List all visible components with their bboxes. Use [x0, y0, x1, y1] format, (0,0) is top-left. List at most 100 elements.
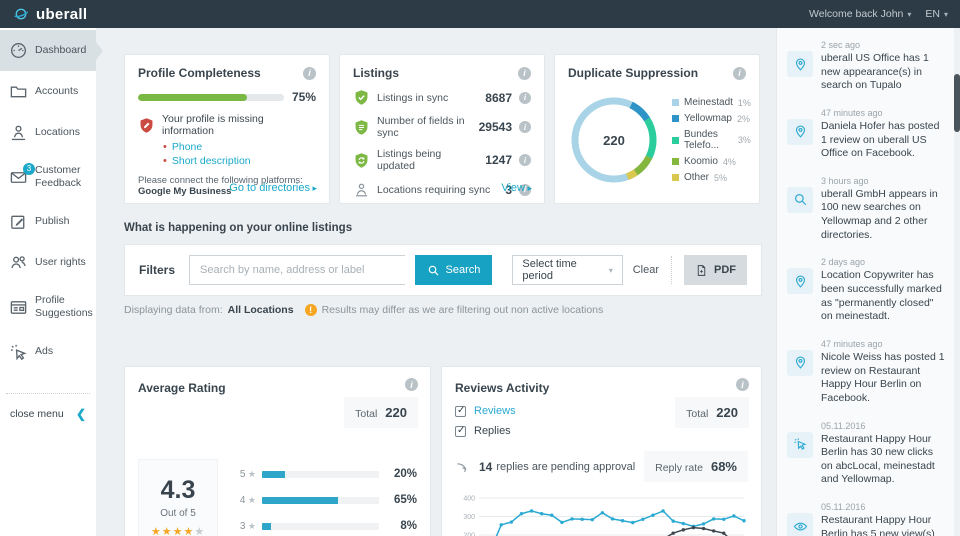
activity-feed: 2 sec ago uberall US Office has 1 new ap…: [776, 28, 960, 536]
score-out-of: Out of 5: [160, 508, 196, 519]
star-count-label: 3: [232, 521, 256, 532]
divider: [671, 256, 672, 284]
sidebar-item[interactable]: Profile Suggestions: [0, 283, 96, 331]
replies-checkbox[interactable]: Replies: [455, 425, 511, 437]
info-icon[interactable]: i: [518, 66, 531, 80]
clear-button[interactable]: Clear: [633, 264, 659, 276]
reviews-line-chart: 010020030040001.1005.1009.1013.1017.1021…: [463, 496, 746, 536]
info-icon[interactable]: i: [519, 154, 531, 166]
rating-bar-fill: [262, 496, 339, 504]
missing-link[interactable]: Phone: [163, 141, 316, 153]
rating-row: 4 65%: [232, 487, 417, 513]
filters-label: Filters: [139, 263, 176, 277]
feed-item[interactable]: 05.11.2016 Restaurant Happy Hour Berlin …: [787, 421, 946, 488]
checkbox-checked-icon: [455, 425, 466, 437]
info-icon[interactable]: i: [519, 121, 531, 133]
missing-link[interactable]: Short description: [163, 155, 316, 167]
close-menu-button[interactable]: close menu ❮: [0, 394, 96, 434]
view-link[interactable]: View: [501, 182, 532, 194]
reviews-checkbox[interactable]: Reviews: [455, 405, 516, 417]
star-count-label: 5: [232, 469, 256, 480]
sidebar-item-label: Profile Suggestions: [35, 294, 93, 320]
card-title: Duplicate Suppression: [568, 66, 699, 80]
listings-row: Listings being updated 1247 i: [353, 148, 531, 172]
legend-item: Meinestadt 1%: [672, 97, 751, 108]
feed-scrollbar-thumb[interactable]: [954, 74, 960, 132]
reply-arrow-icon: [457, 462, 467, 472]
legend-label: Koomio: [684, 156, 718, 167]
card-title: Listings: [353, 66, 400, 80]
row-label: Number of fields in sync: [377, 115, 465, 139]
legend-swatch: [672, 115, 679, 122]
donut-total: 220: [603, 132, 625, 148]
search-input[interactable]: [189, 255, 405, 285]
feed-item[interactable]: 3 hours ago uberall GmbH appears in 100 …: [787, 176, 946, 243]
pending-count: 14: [479, 459, 493, 474]
feed-text: Daniela Hofer has posted 1 review on ube…: [821, 119, 940, 160]
info-icon[interactable]: i: [736, 378, 749, 391]
feed-item[interactable]: 47 minutes ago Nicole Weiss has posted 1…: [787, 339, 946, 406]
profile-completeness-card: Profile Completeness i 75% Your profile …: [124, 54, 330, 204]
note-locations: All Locations: [227, 304, 294, 316]
info-icon[interactable]: i: [405, 378, 418, 391]
reviews-activity-card: Reviews Activity i Total 220 Reviews Rep…: [441, 366, 762, 536]
row-label: Locations requiring sync: [377, 183, 491, 196]
feed-item[interactable]: 47 minutes ago Daniela Hofer has posted …: [787, 108, 946, 161]
user-menu[interactable]: Welcome back John: [809, 8, 911, 20]
feed-item[interactable]: 2 days ago Location Copywriter has been …: [787, 257, 946, 324]
note-prefix: Displaying data from:: [124, 304, 223, 316]
info-icon[interactable]: i: [303, 66, 316, 80]
sidebar-item[interactable]: Locations: [0, 112, 96, 153]
sidebar-item[interactable]: Publish: [0, 201, 96, 242]
row-value: 8687: [485, 90, 512, 105]
status-icon: [353, 119, 370, 136]
search-button[interactable]: Search: [414, 255, 493, 285]
info-icon[interactable]: i: [733, 66, 746, 80]
feed-text: Nicole Weiss has posted 1 review on Rest…: [821, 350, 945, 404]
brand-name: uberall: [36, 5, 88, 23]
sidebar-item-icon: [9, 343, 28, 362]
sidebar-item-icon: [9, 298, 28, 317]
legend-label: Other: [684, 172, 710, 183]
feed-timestamp: 2 sec ago: [821, 40, 861, 50]
chevron-left-icon: ❮: [75, 406, 86, 421]
go-to-directories-link[interactable]: Go to directories: [229, 182, 317, 194]
sidebar-item[interactable]: Dashboard: [0, 30, 103, 71]
card-title: Profile Completeness: [138, 66, 261, 80]
sidebar-item-label: Dashboard: [35, 43, 87, 56]
sidebar-item[interactable]: 3 Customer Feedback: [0, 153, 96, 201]
search-icon: [428, 265, 438, 275]
card-title: Average Rating: [138, 381, 226, 395]
info-icon[interactable]: i: [519, 91, 531, 104]
legend-swatch: [672, 136, 679, 144]
chevron-down-icon: [907, 8, 911, 20]
feed-text: uberall GmbH appears in 100 new searches…: [821, 187, 938, 241]
language-menu[interactable]: EN: [925, 8, 948, 20]
pdf-button[interactable]: PDF: [684, 255, 747, 285]
sidebar-item-icon: [9, 123, 28, 142]
legend-swatch: [672, 158, 679, 165]
time-period-select[interactable]: Select time period: [512, 255, 623, 285]
feed-timestamp: 47 minutes ago: [821, 107, 883, 118]
brand-logo[interactable]: uberall: [12, 5, 87, 23]
rating-row: 5 20%: [232, 461, 417, 487]
pending-row: 14 replies are pending approval Reply ra…: [455, 451, 748, 482]
sidebar-item[interactable]: User rights: [0, 242, 96, 283]
svg-text:300: 300: [463, 514, 475, 521]
legend-label: Yellowmap: [684, 113, 732, 124]
duplicate-suppression-card: Duplicate Suppression i 220 Meinestadt 1…: [554, 54, 760, 204]
feed-item[interactable]: 2 sec ago uberall US Office has 1 new ap…: [787, 40, 946, 93]
sidebar-item-label: Publish: [35, 215, 70, 228]
sidebar-item-icon: [9, 82, 28, 101]
average-score: 4.3: [160, 476, 196, 504]
feed-timestamp: 47 minutes ago: [821, 338, 883, 349]
language-label: EN: [925, 8, 940, 20]
feed-timestamp: 05.11.2016: [821, 420, 866, 431]
feed-item[interactable]: 05.11.2016 Restaurant Happy Hour Berlin …: [787, 502, 946, 536]
feed-timestamp: 3 hours ago: [821, 175, 869, 186]
listings-card: Listings i Listings in sync 8687 i Numbe…: [339, 54, 545, 204]
chevron-down-icon: [944, 8, 948, 20]
sidebar-item[interactable]: Ads: [0, 332, 96, 373]
svg-text:200: 200: [463, 533, 475, 536]
sidebar-item[interactable]: Accounts: [0, 71, 96, 112]
